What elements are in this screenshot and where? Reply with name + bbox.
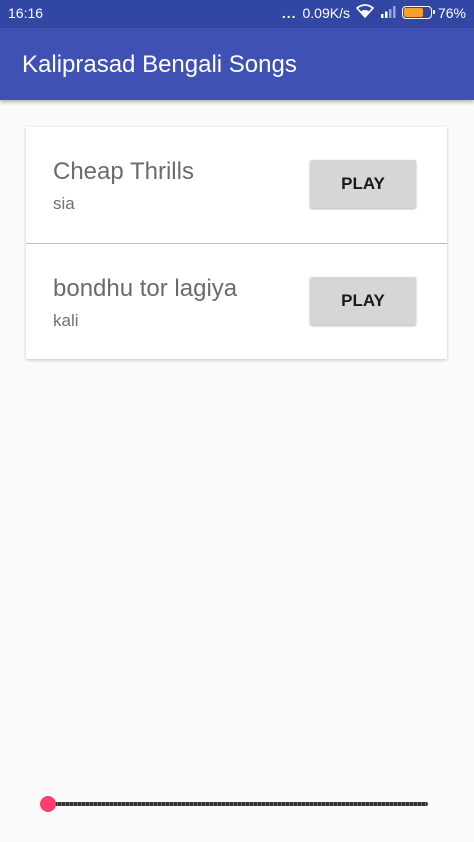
battery-percent: 76% xyxy=(437,4,466,21)
notification-dots: ... xyxy=(281,4,297,21)
app-title: Kaliprasad Bengali Songs xyxy=(22,51,297,78)
battery-nub xyxy=(432,10,435,14)
signal-icon xyxy=(380,5,396,21)
song-title: bondhu tor lagiya xyxy=(53,275,238,302)
battery-icon xyxy=(401,6,435,19)
play-button-bondhu-tor-lagiya[interactable]: PLAY xyxy=(310,277,416,325)
seek-track[interactable] xyxy=(46,802,428,806)
app-bar: Kaliprasad Bengali Songs xyxy=(0,28,474,100)
wifi-icon xyxy=(355,4,375,21)
song-list: Cheap Thrills sia PLAY bondhu tor lagiya… xyxy=(26,127,447,359)
song-artist: sia xyxy=(53,194,75,213)
song-title: Cheap Thrills xyxy=(53,158,194,185)
status-time: 16:16 xyxy=(8,5,44,21)
seek-bar[interactable] xyxy=(40,794,432,814)
play-button-cheap-thrills[interactable]: PLAY xyxy=(310,160,416,208)
seek-thumb[interactable] xyxy=(40,796,56,812)
status-right: ... 0.09K/s 76% xyxy=(282,4,466,21)
song-item-cheap-thrills[interactable]: Cheap Thrills sia PLAY xyxy=(26,127,447,244)
status-bar: 16:16 ... 0.09K/s 76% xyxy=(0,0,474,28)
network-speed: 0.09K/s xyxy=(302,4,350,21)
song-artist: kali xyxy=(53,311,79,330)
song-item-bondhu-tor-lagiya[interactable]: bondhu tor lagiya kali PLAY xyxy=(26,244,447,360)
battery-fill xyxy=(403,8,423,17)
